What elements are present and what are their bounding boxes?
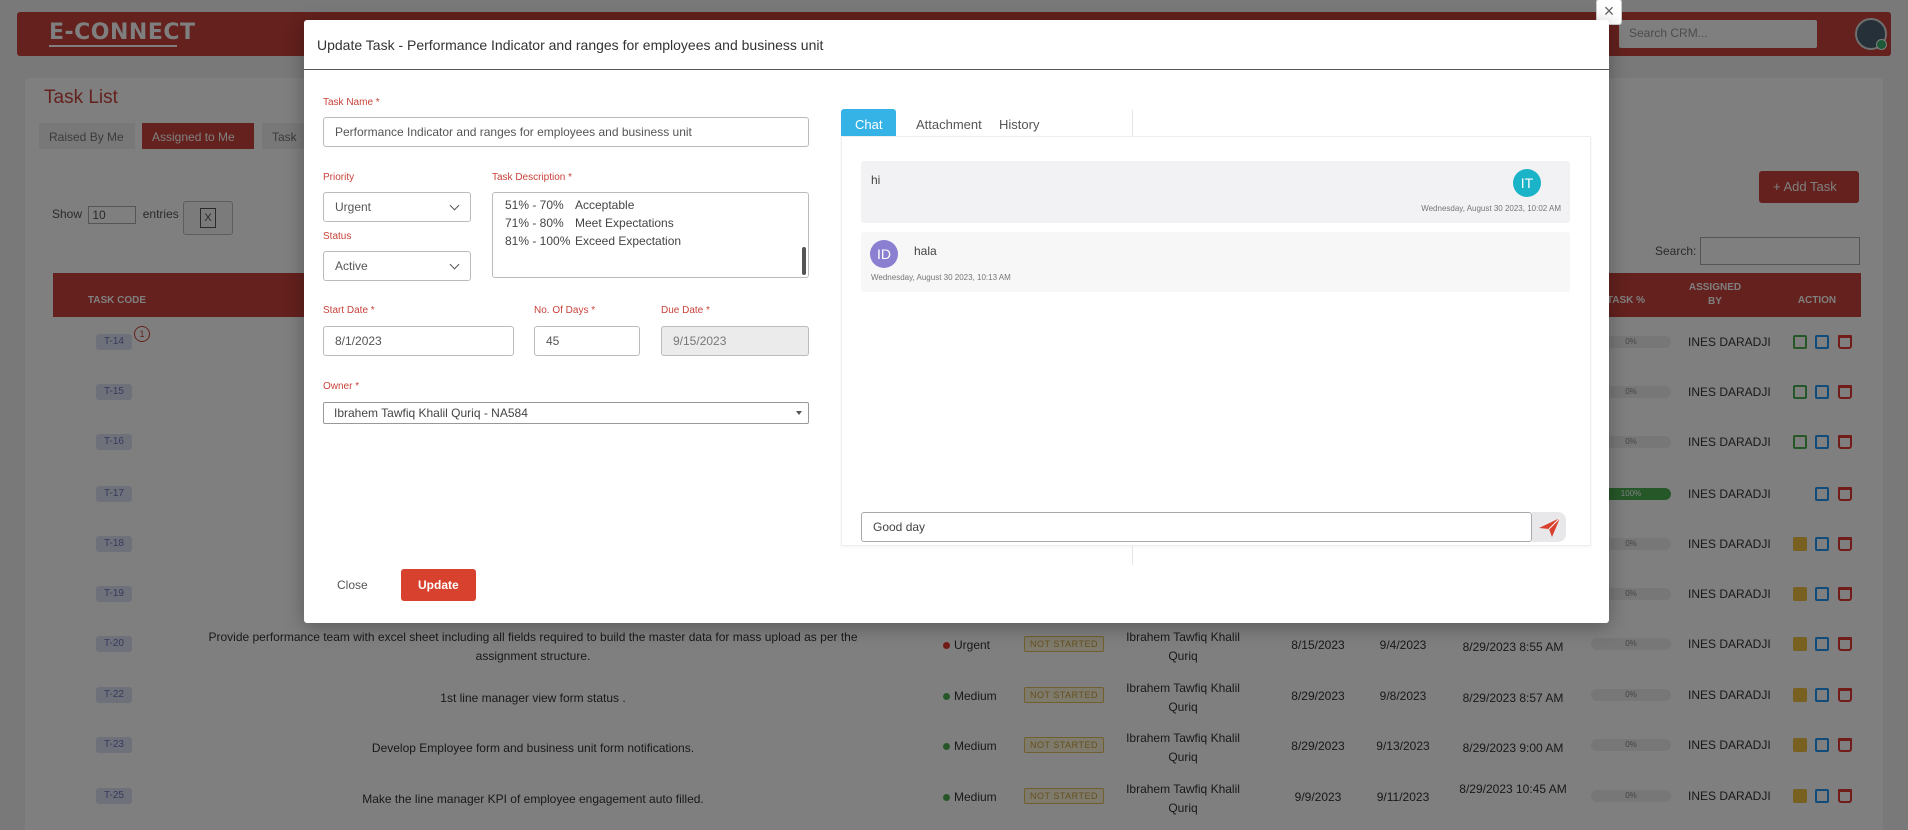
priority-select[interactable]: Urgent xyxy=(323,192,471,222)
user-initials-avatar: ID xyxy=(870,240,898,268)
no-of-days-input[interactable]: 45 xyxy=(534,326,640,356)
owner-select[interactable]: Ibrahem Tawfiq Khalil Quriq - NA584 xyxy=(323,402,809,424)
chevron-down-icon xyxy=(449,200,460,211)
tab-attachment[interactable]: Attachment xyxy=(902,109,996,139)
message-timestamp: Wednesday, August 30 2023, 10:02 AM xyxy=(1421,204,1561,213)
user-initials-avatar: IT xyxy=(1513,169,1541,197)
status-select[interactable]: Active xyxy=(323,251,471,281)
start-date-label: Start Date * xyxy=(323,305,375,316)
tab-history[interactable]: History xyxy=(985,109,1053,139)
due-date-label: Due Date * xyxy=(661,305,710,316)
owner-label: Owner * xyxy=(323,381,360,392)
description-line: 81% - 100% Exceed Expectation xyxy=(505,234,682,248)
status-label: Status xyxy=(323,231,352,242)
task-name-input[interactable]: Performance Indicator and ranges for emp… xyxy=(323,117,809,147)
no-of-days-label: No. Of Days * xyxy=(534,305,596,316)
start-date-input[interactable]: 8/1/2023 xyxy=(323,326,514,356)
message-text: hala xyxy=(914,244,937,258)
chat-message: hi IT Wednesday, August 30 2023, 10:02 A… xyxy=(861,161,1570,223)
due-date-input: 9/15/2023 xyxy=(661,326,809,356)
tab-chat[interactable]: Chat xyxy=(841,109,897,139)
priority-value: Urgent xyxy=(335,200,372,214)
status-value: Active xyxy=(335,259,368,273)
send-button[interactable] xyxy=(1532,512,1566,542)
message-text: hi xyxy=(871,173,881,187)
description-line: 51% - 70% Acceptable xyxy=(505,198,635,212)
textarea-scrollbar[interactable] xyxy=(802,247,806,275)
task-description-textarea[interactable]: 51% - 70% Acceptable 71% - 80% Meet Expect… xyxy=(492,192,809,278)
close-button[interactable]: Close xyxy=(325,569,375,601)
chat-message: ID hala Wednesday, August 30 2023, 10:13… xyxy=(861,232,1570,292)
task-description-label: Task Description * xyxy=(492,172,573,183)
update-button[interactable]: Update xyxy=(401,569,476,601)
modal-title: Update Task - Performance Indicator and … xyxy=(304,20,1609,70)
message-timestamp: Wednesday, August 30 2023, 10:13 AM xyxy=(871,273,1011,282)
chat-message-input[interactable]: Good day xyxy=(861,512,1532,542)
owner-value: Ibrahem Tawfiq Khalil Quriq - NA584 xyxy=(334,406,528,420)
dropdown-arrow-icon xyxy=(796,411,802,415)
priority-label: Priority xyxy=(323,172,355,183)
send-icon xyxy=(1539,517,1561,537)
description-line: 71% - 80% Meet Expectations xyxy=(505,216,674,230)
chevron-down-icon xyxy=(449,259,460,270)
chat-panel: hi IT Wednesday, August 30 2023, 10:02 A… xyxy=(841,136,1591,546)
task-name-label: Task Name * xyxy=(323,97,380,108)
